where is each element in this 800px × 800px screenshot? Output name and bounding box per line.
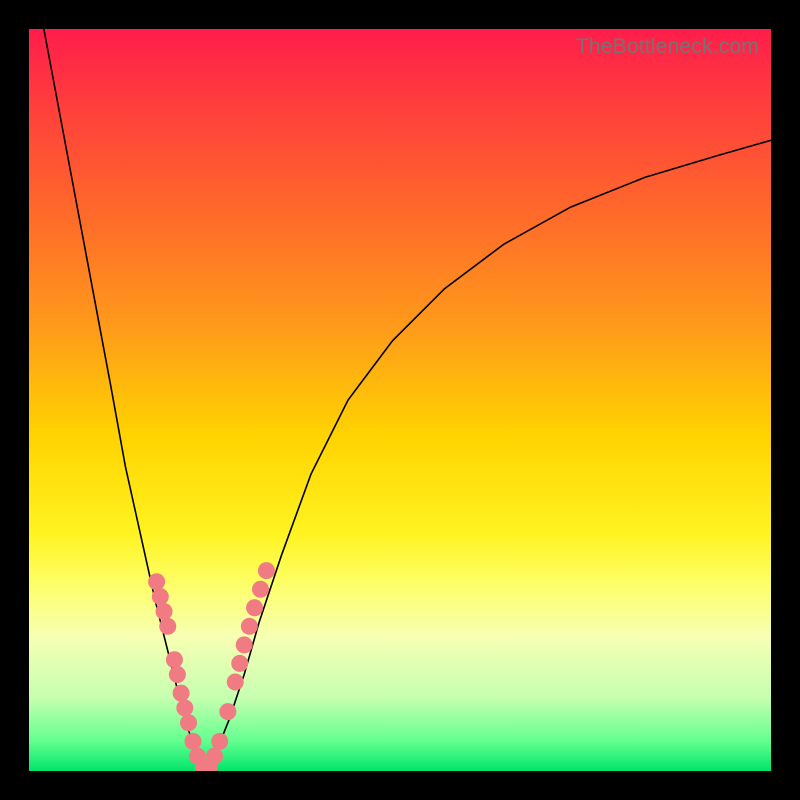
bead-marker: [176, 699, 193, 716]
plot-area: TheBottleneck.com: [29, 29, 771, 771]
outer-frame: TheBottleneck.com: [0, 0, 800, 800]
curve-right-branch: [206, 140, 771, 771]
bead-marker: [219, 703, 236, 720]
bead-marker: [169, 666, 186, 683]
bead-marker: [148, 573, 165, 590]
bead-marker: [241, 618, 258, 635]
bead-marker: [236, 636, 253, 653]
bead-marker: [231, 655, 248, 672]
bead-marker: [152, 588, 169, 605]
chart-svg: [29, 29, 771, 771]
bead-marker: [227, 673, 244, 690]
bead-marker: [258, 562, 275, 579]
bead-marker: [156, 603, 173, 620]
bead-marker: [180, 714, 197, 731]
bead-marker: [246, 599, 263, 616]
bead-marker: [184, 733, 201, 750]
bead-marker: [206, 748, 223, 765]
bead-marker: [173, 685, 190, 702]
bead-marker: [166, 651, 183, 668]
bead-marker: [159, 618, 176, 635]
bead-cluster: [148, 562, 275, 771]
bead-marker: [252, 581, 269, 598]
bead-marker: [211, 733, 228, 750]
